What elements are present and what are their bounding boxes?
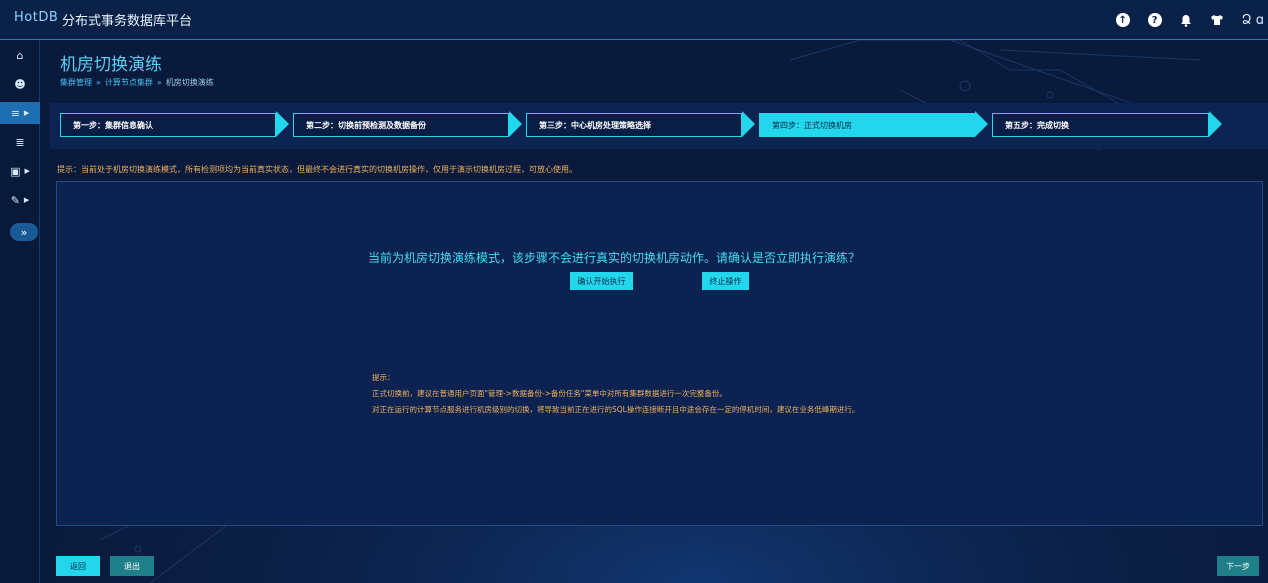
confirm-execute-button[interactable]: 确认开始执行 bbox=[570, 272, 633, 290]
breadcrumb-separator: » bbox=[96, 78, 101, 87]
home-icon: ⌂ bbox=[16, 48, 24, 62]
sidebar-item-save[interactable]: ▣ ▶ bbox=[0, 160, 40, 182]
step-3: 第三步：中心机房处理策略选择 bbox=[526, 113, 742, 137]
note-backup: 正式切换前，建议在普通用户页面"管理->数据备份->备份任务"菜单中对所有集群数… bbox=[372, 389, 727, 398]
breadcrumb-item-cluster-management[interactable]: 集群管理 bbox=[60, 78, 92, 87]
app-title: 分布式事务数据库平台 bbox=[62, 14, 193, 29]
step-2: 第二步：切换前预检测及数据备份 bbox=[293, 113, 509, 137]
drill-mode-hint: 提示：当前处于机房切换演练模式，所有检测项均为当前真实状态，但最终不会进行真实的… bbox=[57, 165, 577, 174]
sidebar-item-users[interactable]: ☻ bbox=[0, 73, 40, 95]
notes: 提示： 正式切换前，建议在普通用户页面"管理->数据备份->备份任务"菜单中对所… bbox=[372, 370, 859, 418]
back-button[interactable]: 返回 bbox=[56, 556, 100, 576]
logo: HotDB bbox=[14, 10, 59, 25]
next-step-button[interactable]: 下一步 bbox=[1217, 556, 1259, 576]
chevron-right-icon: ▶ bbox=[23, 109, 30, 117]
sidebar-expand-button[interactable]: » bbox=[10, 223, 38, 241]
note-downtime: 对正在运行的计算节点服务进行机房级别的切换，将导致当前正在进行的SQL操作连接断… bbox=[372, 405, 860, 414]
breadcrumb-item-current: 机房切换演练 bbox=[165, 78, 214, 87]
save-icon: ▣ bbox=[10, 164, 21, 178]
top-bar: HotDB 分布式事务数据库平台 ↑ ? Ձ ɑ bbox=[0, 0, 1268, 40]
page-title: 机房切换演练 bbox=[60, 55, 162, 75]
step-arrow bbox=[509, 111, 522, 137]
step-arrow bbox=[742, 111, 755, 137]
exit-button[interactable]: 退出 bbox=[110, 556, 154, 576]
servers-icon: ≡ bbox=[10, 106, 20, 120]
wrench-icon: ✎ bbox=[10, 193, 20, 207]
bell-icon[interactable] bbox=[1180, 14, 1192, 27]
breadcrumb-separator: » bbox=[156, 78, 162, 87]
user-menu[interactable]: Ձ ɑ bbox=[1242, 13, 1264, 28]
step-arrow bbox=[276, 111, 289, 137]
step-1: 第一步：集群信息确认 bbox=[60, 113, 276, 137]
sidebar: ⌂ ☻ ≡ ▶ ≣ ▣ ▶ ✎ ▶ » bbox=[0, 40, 40, 583]
sidebar-item-tools[interactable]: ✎ ▶ bbox=[0, 189, 40, 211]
sidebar-item-database[interactable]: ≣ bbox=[0, 131, 40, 153]
step-5: 第五步：完成切换 bbox=[992, 113, 1209, 137]
upload-icon[interactable]: ↑ bbox=[1115, 13, 1130, 27]
sidebar-item-home[interactable]: ⌂ bbox=[0, 44, 40, 66]
step-arrow bbox=[975, 111, 988, 137]
top-icons: ↑ ? Ձ ɑ bbox=[1115, 10, 1268, 30]
breadcrumb: 集群管理» 计算节点集群» 机房切换演练 bbox=[60, 77, 214, 88]
chevron-right-icon: ▶ bbox=[23, 196, 30, 204]
step-4-active: 第四步：正式切换机房 bbox=[759, 113, 975, 137]
breadcrumb-item-compute-node-cluster[interactable]: 计算节点集群 bbox=[105, 78, 153, 87]
shirt-icon[interactable] bbox=[1210, 14, 1224, 26]
content-panel bbox=[56, 181, 1263, 526]
stop-operation-button[interactable]: 终止操作 bbox=[702, 272, 749, 290]
step-arrow bbox=[1209, 111, 1222, 137]
help-icon[interactable]: ? bbox=[1147, 13, 1162, 27]
chevron-right-icon: ▶ bbox=[24, 167, 30, 175]
users-icon: ☻ bbox=[14, 77, 26, 91]
notes-title: 提示： bbox=[372, 373, 395, 382]
confirm-message: 当前为机房切换演练模式，该步骤不会进行真实的切换机房动作。请确认是否立即执行演练… bbox=[368, 251, 861, 265]
database-icon: ≣ bbox=[15, 135, 25, 149]
sidebar-item-servers[interactable]: ≡ ▶ bbox=[0, 102, 40, 124]
